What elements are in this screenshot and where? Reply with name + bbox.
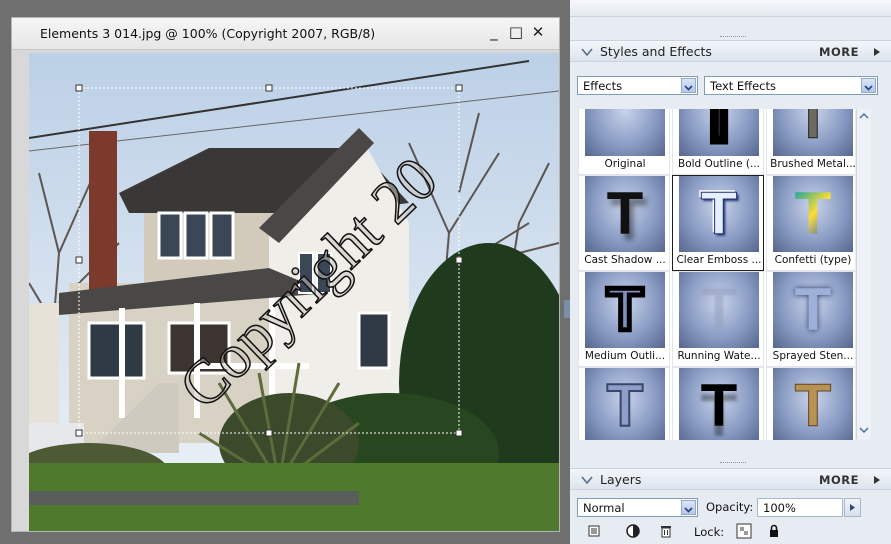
trash-icon[interactable] [658,523,674,539]
document-window[interactable]: Elements 3 014.jpg @ 100% (Copyright 200… [11,17,560,532]
lock-all-icon[interactable] [766,523,782,539]
effect-label: Original [604,158,646,170]
adjustment-layer-icon[interactable] [625,523,641,539]
medium-outline-t-icon: T [585,272,665,348]
layers-header[interactable]: Layers MORE [570,468,891,490]
effects-scrollbar[interactable] [856,109,871,440]
effect-thumbnail[interactable]: Original [578,109,670,175]
effect-thumbnail[interactable]: T Medium Outli... [578,271,670,367]
scroll-down-icon[interactable] [859,425,869,435]
more-arrow-icon[interactable] [872,473,882,487]
library-select-value: Text Effects [710,79,777,93]
more-arrow-icon[interactable] [872,45,882,59]
scroll-up-icon[interactable] [859,111,869,121]
opacity-field[interactable]: 100% [757,498,843,517]
effect-thumbnail[interactable]: T Confetti (type) [766,175,855,271]
clear-emboss-t-icon: T [679,176,759,252]
bold-outline-t-icon: T [679,109,759,156]
category-select-value: Effects [583,79,623,93]
collapse-caret-icon[interactable] [580,46,594,58]
palette-bin-top [570,0,891,17]
effect-label: Medium Outli... [584,350,666,362]
effect-label: Bold Outline (... [678,158,760,170]
blend-mode-value: Normal [583,501,625,515]
effect-label: Clear Emboss ... [676,254,762,266]
effect-label: Confetti (type) [774,254,852,266]
styles-effects-header[interactable]: Styles and Effects MORE [570,40,891,62]
document-title: Elements 3 014.jpg @ 100% (Copyright 200… [40,26,376,41]
effect-thumbnail[interactable]: T Sprayed Sten... [766,271,855,367]
water-reflection-t-icon: T [679,368,759,440]
sprayed-stencil-t-icon: T [773,272,853,348]
library-select[interactable]: Text Effects [704,76,878,95]
running-water-t-icon: T [679,272,759,348]
thin-outline-t-icon: T [585,368,665,440]
effect-label: Sprayed Sten... [772,350,854,362]
styles-more-button[interactable]: MORE [819,45,859,59]
effect-thumbnail[interactable]: T Brushed Metal... [766,109,855,175]
play-arrow-icon [850,504,855,511]
layers-title: Layers [600,472,642,487]
effect-thumbnail[interactable]: T [672,367,764,440]
effect-thumbnail[interactable]: T Cast Shadow ... [578,175,670,271]
layers-more-button[interactable]: MORE [819,473,859,487]
panel-bin: Styles and Effects MORE Effects Text Eff… [570,0,891,544]
effect-thumbnail[interactable]: T [766,367,855,440]
panel-grip[interactable] [720,462,746,466]
brushed-metal-t-icon: T [773,109,853,156]
minimize-button[interactable]: _ [486,24,502,40]
lock-label: Lock: [694,525,725,539]
lock-transparency-icon[interactable] [736,523,752,539]
effect-label: Running Wate... [677,350,761,362]
effect-thumbnail[interactable]: T Clear Emboss ... [672,175,764,271]
photo-canvas[interactable]: Copyright 20 [29,53,559,531]
effects-thumbnail-grid[interactable]: Original T Bold Outline (... T Brushed Metal… [578,109,855,440]
maximize-button[interactable]: □ [508,24,524,40]
opacity-slider-button[interactable] [844,498,861,517]
confetti-t-icon: T [773,176,853,252]
apple-thumbnail-icon [585,109,665,156]
opacity-label: Opacity: [706,500,754,514]
effect-thumbnail[interactable]: T [578,367,670,440]
effect-thumbnail[interactable]: T Running Wate... [672,271,764,367]
chevron-down-icon[interactable] [681,78,696,93]
new-layer-icon[interactable] [586,523,602,539]
document-titlebar[interactable]: Elements 3 014.jpg @ 100% (Copyright 200… [12,18,559,50]
category-select[interactable]: Effects [577,76,698,95]
opacity-value: 100% [763,501,796,515]
styles-effects-title: Styles and Effects [600,44,712,59]
close-button[interactable]: ✕ [530,24,546,40]
cast-shadow-t-icon: T [585,176,665,252]
blend-mode-select[interactable]: Normal [577,498,698,517]
effect-label: Cast Shadow ... [584,254,666,266]
chevron-down-icon[interactable] [861,78,876,93]
effect-label: Brushed Metal... [770,158,855,170]
collapse-caret-icon[interactable] [580,474,594,486]
wood-t-icon: T [773,368,853,440]
effect-thumbnail[interactable]: T Bold Outline (... [672,109,764,175]
chevron-down-icon[interactable] [681,500,696,515]
